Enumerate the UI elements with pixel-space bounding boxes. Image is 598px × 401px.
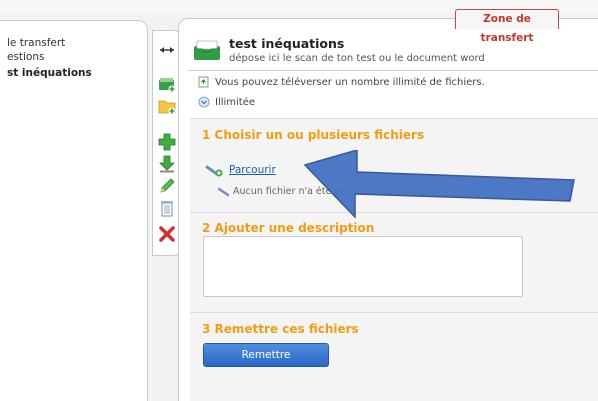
paperclip-add-icon — [205, 165, 223, 177]
new-folder-icon[interactable] — [158, 97, 176, 115]
zone-de-transfert-tab[interactable]: Zone de transfert — [455, 9, 559, 44]
upload-note: Vous pouvez téléverser un nombre illimit… — [215, 76, 485, 88]
description-textarea[interactable] — [203, 236, 523, 297]
tree-item-test-inequations[interactable]: st inéquations — [7, 67, 92, 79]
upload-info-row: Vous pouvez téléverser un nombre illimit… — [198, 76, 485, 88]
download-icon[interactable] — [158, 155, 176, 173]
swap-arrows-icon[interactable] — [158, 41, 176, 59]
step3-title: 3 Remettre ces fichiers — [202, 322, 359, 336]
submit-files-button[interactable]: Remettre — [203, 343, 329, 367]
tree-item-transfer[interactable]: le transfert — [7, 37, 65, 49]
header-divider — [188, 70, 598, 71]
limit-value: Illimitée — [215, 96, 256, 108]
browse-link[interactable]: Parcourir — [229, 164, 276, 176]
paperclip-icon — [218, 187, 230, 196]
tree-item-questions[interactable]: estions — [7, 51, 45, 63]
step2-title: 2 Ajouter une description — [202, 221, 375, 235]
page-title: test inéquations — [229, 36, 345, 51]
annotation-arrow-icon — [303, 150, 575, 219]
add-mailbox-icon[interactable] — [158, 75, 176, 93]
folder-tree-panel: le transfert estions st inéquations — [0, 20, 148, 401]
inbox-tray-icon — [194, 40, 220, 60]
vertical-toolbar — [152, 30, 180, 256]
trash-icon[interactable] — [158, 199, 176, 217]
limit-row: Illimitée — [198, 96, 255, 108]
page-subtitle: dépose ici le scan de ton test ou le doc… — [229, 53, 485, 64]
add-plus-icon[interactable] — [158, 133, 176, 151]
upload-doc-icon — [198, 76, 209, 88]
edit-pencil-icon[interactable] — [158, 177, 176, 195]
step1-title: 1 Choisir un ou plusieurs fichiers — [202, 128, 425, 142]
delete-x-icon[interactable] — [158, 225, 176, 243]
chevron-down-icon — [198, 96, 210, 108]
